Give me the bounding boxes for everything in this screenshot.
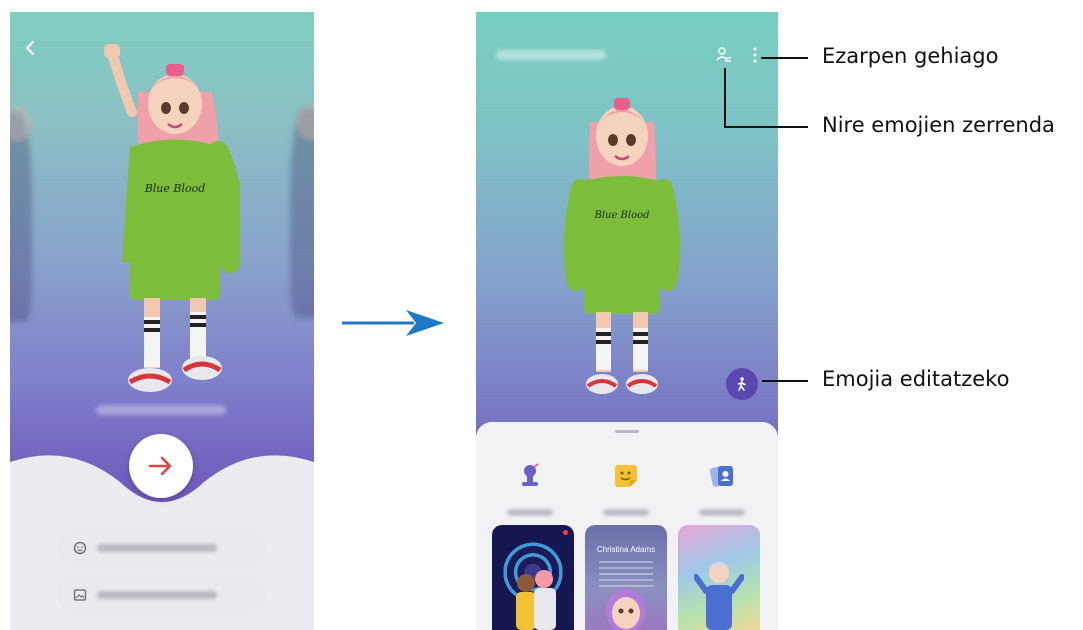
- flow-arrow: [342, 310, 444, 336]
- person-walk-icon: [737, 377, 746, 391]
- next-button[interactable]: [129, 434, 193, 498]
- callout-line-more-settings: [761, 57, 808, 59]
- category-stickers[interactable]: [596, 462, 656, 516]
- category-profile-label: [699, 509, 745, 516]
- preview-card-3[interactable]: [678, 525, 760, 630]
- chevron-left-icon: [25, 41, 34, 55]
- background-avatar-left-head: [10, 106, 32, 142]
- more-options-button[interactable]: [752, 46, 758, 64]
- sticker-icon: [615, 465, 637, 487]
- svg-text:Blue Blood: Blue Blood: [144, 182, 206, 195]
- preview-avatar-posing: [694, 562, 744, 630]
- category-profile[interactable]: [692, 462, 752, 516]
- person-list-icon: [716, 47, 731, 62]
- screen-ar-emoji-studio: Blue Blood Christina Adams: [476, 12, 778, 630]
- callout-my-emoji-list: Nire emojien zerrenda: [822, 113, 1055, 137]
- back-button[interactable]: [24, 38, 36, 60]
- more-vertical-icon: [753, 47, 757, 63]
- create-with-camera-label: [97, 544, 217, 552]
- screen-create-emoji: Blue Blood: [10, 12, 314, 630]
- preview-avatar-face: [606, 589, 646, 630]
- my-emojis-button[interactable]: [716, 46, 732, 64]
- preview-card-1[interactable]: [492, 525, 574, 630]
- sheet-handle[interactable]: [615, 430, 639, 433]
- preview-card-2[interactable]: Christina Adams: [585, 525, 667, 630]
- screen-title: [496, 50, 606, 60]
- callout-more-settings: Ezarpen gehiago: [822, 44, 999, 68]
- create-from-image-label: [97, 591, 217, 599]
- callout-line-edit-emoji: [762, 380, 808, 382]
- profile-cards-icon: [709, 466, 733, 487]
- category-stickers-label: [603, 509, 649, 516]
- category-studio[interactable]: [500, 462, 560, 516]
- emoji-avatar-waving: Blue Blood: [104, 44, 240, 392]
- edit-emoji-button[interactable]: [726, 368, 758, 400]
- create-with-camera-button[interactable]: [57, 530, 265, 566]
- callout-line-my-emojis-horizontal: [724, 126, 808, 128]
- callout-edit-emoji: Emojia editatzeko: [822, 367, 1010, 391]
- arrow-right-icon: [148, 456, 172, 476]
- create-from-image-button[interactable]: [57, 577, 265, 613]
- new-badge: [563, 530, 568, 535]
- emoji-avatar-standing: Blue Blood: [563, 98, 681, 394]
- background-avatar-left: [10, 112, 32, 322]
- preview-card-name: Christina Adams: [596, 545, 656, 554]
- face-icon: [73, 541, 87, 555]
- bottom-sheet: Christina Adams: [476, 422, 778, 630]
- avatar-caption: [96, 405, 226, 415]
- callout-line-my-emojis-vertical: [724, 68, 726, 128]
- preview-avatars: [516, 570, 556, 630]
- category-studio-label: [507, 509, 553, 516]
- studio-icon: [522, 463, 539, 486]
- svg-text:Blue Blood: Blue Blood: [593, 210, 649, 221]
- image-icon: [73, 589, 87, 601]
